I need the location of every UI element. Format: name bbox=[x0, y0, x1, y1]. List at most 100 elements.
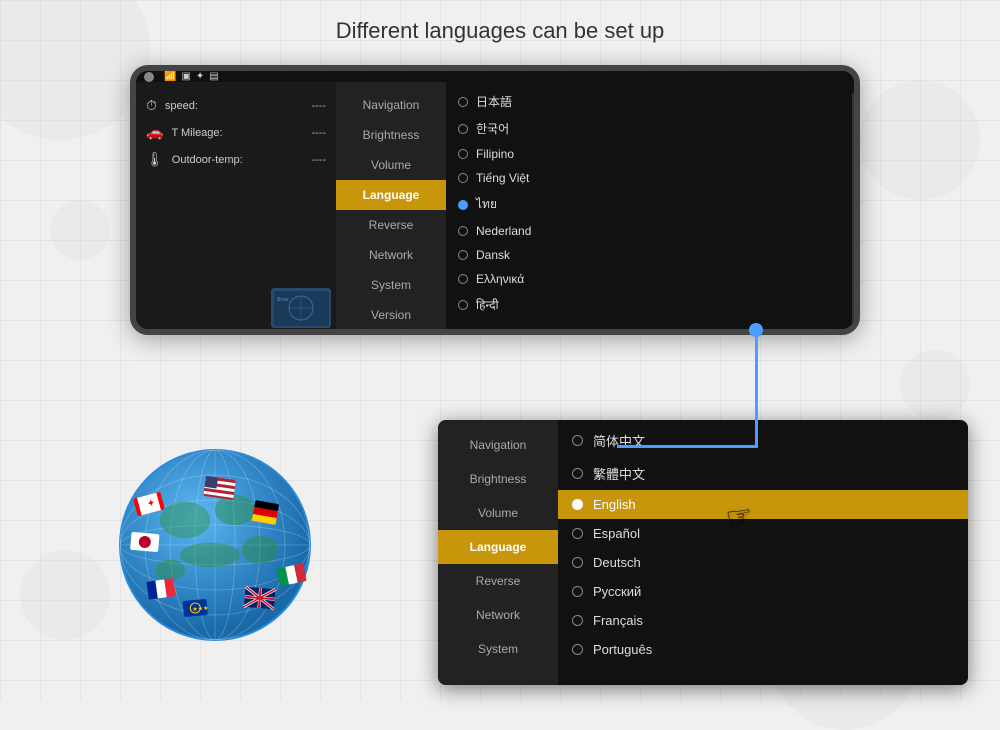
radio-russian bbox=[572, 586, 583, 597]
globe-area: ✦ ★★★ bbox=[105, 440, 375, 670]
lang-radio-dutch bbox=[458, 226, 468, 236]
temp-label: Outdoor-temp: bbox=[172, 154, 243, 166]
label-portuguese: Português bbox=[593, 642, 652, 657]
bottom-menu-navigation[interactable]: Navigation bbox=[438, 428, 558, 462]
globe-svg: ✦ ★★★ bbox=[105, 440, 325, 650]
bottom-lang-list: 简体中文 繁體中文 English Español Deutsch Русски… bbox=[558, 420, 968, 685]
lang-label-dutch: Nederland bbox=[476, 224, 531, 238]
lang-german[interactable]: Deutsch bbox=[558, 548, 968, 577]
lang-vietnamese[interactable]: Tiếng Việt bbox=[446, 166, 854, 190]
close-icon[interactable] bbox=[144, 72, 154, 82]
mileage-value: ---- bbox=[311, 127, 326, 139]
lang-radio-filipino bbox=[458, 149, 468, 159]
lang-radio-japanese bbox=[458, 97, 468, 107]
label-russian: Русский bbox=[593, 584, 641, 599]
wifi-icon: 📶 bbox=[164, 71, 176, 82]
top-menu-panel: Navigation Brightness Volume Language Re… bbox=[336, 82, 446, 329]
lang-japanese[interactable]: 日本語 bbox=[446, 88, 854, 115]
status-bar: 📶 ▣ ✦ ▤ bbox=[136, 71, 854, 82]
menu-system[interactable]: System bbox=[336, 270, 446, 300]
menu-network[interactable]: Network bbox=[336, 240, 446, 270]
bottom-language-panel: Navigation Brightness Volume Language Re… bbox=[438, 420, 968, 685]
lang-english[interactable]: English bbox=[558, 490, 968, 519]
lang-label-hindi: हिन्दी bbox=[476, 296, 499, 313]
label-german: Deutsch bbox=[593, 555, 641, 570]
mileage-icon: 🚗 bbox=[146, 124, 163, 141]
connector-dot bbox=[749, 323, 763, 337]
temp-row: 🌡 Outdoor-temp: ---- bbox=[146, 151, 326, 168]
lang-label-korean: 한국어 bbox=[476, 120, 509, 137]
battery-icon: ▣ bbox=[181, 71, 190, 82]
lang-filipino[interactable]: Filipino bbox=[446, 142, 854, 166]
radio-french bbox=[572, 615, 583, 626]
menu-brightness[interactable]: Brightness bbox=[336, 120, 446, 150]
speed-icon: ⏱ bbox=[146, 97, 157, 114]
top-language-panel: 日本語 한국어 Filipino Tiếng Việt ไทย bbox=[446, 82, 854, 329]
connector-horizontal bbox=[617, 445, 758, 448]
temp-icon: 🌡 bbox=[146, 151, 164, 168]
lang-dutch[interactable]: Nederland bbox=[446, 219, 854, 243]
lang-radio-thai bbox=[458, 200, 468, 210]
bottom-menu-system[interactable]: System bbox=[438, 632, 558, 666]
lang-radio-korean bbox=[458, 124, 468, 134]
bottom-menu-language[interactable]: Language bbox=[438, 530, 558, 564]
lang-radio-danish bbox=[458, 250, 468, 260]
label-traditional-chinese: 繁體中文 bbox=[593, 464, 645, 483]
radio-spanish bbox=[572, 528, 583, 539]
lang-thai[interactable]: ไทย bbox=[446, 190, 854, 219]
mileage-row: 🚗 T Mileage: ---- bbox=[146, 124, 326, 141]
speed-label: speed: bbox=[165, 100, 198, 112]
lang-label-greek: Ελληνικά bbox=[476, 272, 524, 286]
radio-traditional-chinese bbox=[572, 468, 583, 479]
lang-radio-hindi bbox=[458, 300, 468, 310]
lang-portuguese[interactable]: Português bbox=[558, 635, 968, 664]
map-thumbnail: Brow bbox=[271, 288, 331, 328]
label-english: English bbox=[593, 497, 636, 512]
label-spanish: Español bbox=[593, 526, 640, 541]
lang-russian[interactable]: Русский bbox=[558, 577, 968, 606]
menu-language[interactable]: Language bbox=[336, 180, 446, 210]
lang-simplified-chinese[interactable]: 简体中文 bbox=[558, 424, 968, 457]
lang-traditional-chinese[interactable]: 繁體中文 bbox=[558, 457, 968, 490]
temp-value: ---- bbox=[311, 154, 326, 166]
menu-volume[interactable]: Volume bbox=[336, 150, 446, 180]
lang-spanish[interactable]: Español bbox=[558, 519, 968, 548]
lang-hindi[interactable]: हिन्दी bbox=[446, 291, 854, 318]
lang-radio-greek bbox=[458, 274, 468, 284]
label-french: Français bbox=[593, 613, 643, 628]
radio-portuguese bbox=[572, 644, 583, 655]
lang-label-thai: ไทย bbox=[476, 195, 497, 214]
speed-value: ---- bbox=[311, 100, 326, 112]
mileage-label: T Mileage: bbox=[171, 127, 222, 139]
menu-reverse[interactable]: Reverse bbox=[336, 210, 446, 240]
bottom-menu-brightness[interactable]: Brightness bbox=[438, 462, 558, 496]
bottom-menu-network[interactable]: Network bbox=[438, 598, 558, 632]
lang-french[interactable]: Français bbox=[558, 606, 968, 635]
lang-danish[interactable]: Dansk bbox=[446, 243, 854, 267]
signal-icon: ▤ bbox=[209, 71, 218, 82]
speed-row: ⏱ speed: ---- bbox=[146, 97, 326, 114]
lang-label-japanese: 日本語 bbox=[476, 93, 512, 110]
bottom-menu-volume[interactable]: Volume bbox=[438, 496, 558, 530]
menu-navigation[interactable]: Navigation bbox=[336, 90, 446, 120]
svg-text:★★★: ★★★ bbox=[192, 605, 209, 613]
lang-label-danish: Dansk bbox=[476, 248, 510, 262]
bottom-menu-reverse[interactable]: Reverse bbox=[438, 564, 558, 598]
top-device: 📶 ▣ ✦ ▤ ⏱ speed: ---- 🚗 T Mileage: ---- bbox=[130, 65, 860, 335]
menu-version[interactable]: Version bbox=[336, 300, 446, 329]
connector-vertical bbox=[755, 337, 758, 445]
lang-label-vietnamese: Tiếng Việt bbox=[476, 171, 529, 185]
lang-radio-vietnamese bbox=[458, 173, 468, 183]
lang-label-filipino: Filipino bbox=[476, 147, 514, 161]
page-title: Different languages can be set up bbox=[0, 18, 1000, 44]
lang-greek[interactable]: Ελληνικά bbox=[446, 267, 854, 291]
radio-simplified-chinese bbox=[572, 435, 583, 446]
radio-german bbox=[572, 557, 583, 568]
radio-english bbox=[572, 499, 583, 510]
lang-korean[interactable]: 한국어 bbox=[446, 115, 854, 142]
cursor-hand-icon: ☞ bbox=[723, 498, 756, 537]
svg-text:Brow: Brow bbox=[277, 297, 289, 303]
bluetooth-icon: ✦ bbox=[196, 71, 204, 82]
car-info-panel: ⏱ speed: ---- 🚗 T Mileage: ---- 🌡 Outdoo… bbox=[136, 82, 336, 329]
bottom-menu-panel: Navigation Brightness Volume Language Re… bbox=[438, 420, 558, 685]
